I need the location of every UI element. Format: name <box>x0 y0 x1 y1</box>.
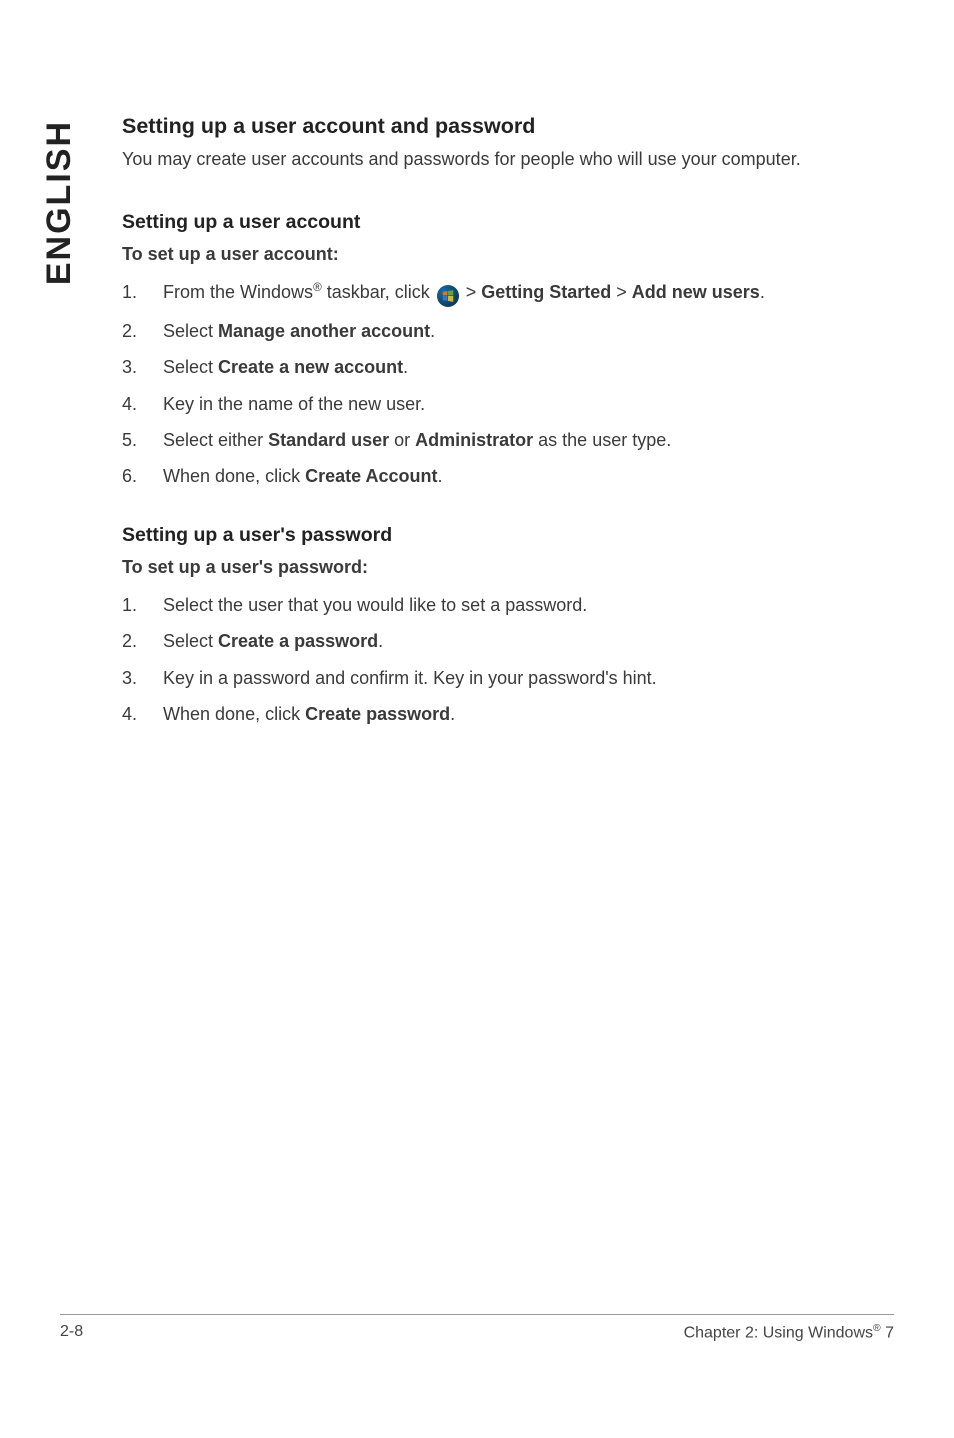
footer-row: 2-8 Chapter 2: Using Windows® 7 <box>60 1323 894 1342</box>
bold-text: Getting Started <box>481 282 611 302</box>
step-number: 2. <box>122 629 137 653</box>
list-item: 3. Select Create a new account. <box>122 355 896 379</box>
language-side-label: ENGLISH <box>40 120 79 285</box>
list-item: 5. Select either Standard user or Admini… <box>122 428 896 452</box>
step-number: 2. <box>122 319 137 343</box>
text-run: 7 <box>881 1324 894 1341</box>
bold-text: Standard user <box>268 430 389 450</box>
text-run: . <box>430 321 435 341</box>
text-run: . <box>450 704 455 724</box>
step-body: Select Create a password. <box>163 629 896 653</box>
list-item: 1. Select the user that you would like t… <box>122 593 896 617</box>
step-number: 1. <box>122 593 137 617</box>
bold-text: Administrator <box>415 430 533 450</box>
step-body: Select Manage another account. <box>163 319 896 343</box>
text-run: Select <box>163 321 218 341</box>
step-number: 3. <box>122 355 137 379</box>
bold-text: Create a password <box>218 631 378 651</box>
text-run: Select <box>163 631 218 651</box>
step-body: When done, click Create password. <box>163 702 896 726</box>
step-number: 1. <box>122 280 137 304</box>
bold-text: Create password <box>305 704 450 724</box>
list-item: 4. When done, click Create password. <box>122 702 896 726</box>
text-run: taskbar, click <box>322 282 435 302</box>
text-run: When done, click <box>163 466 305 486</box>
text-run: > <box>461 282 482 302</box>
text-run: When done, click <box>163 704 305 724</box>
step-body: When done, click Create Account. <box>163 464 896 488</box>
list-item: 6. When done, click Create Account. <box>122 464 896 488</box>
account-steps: 1. From the Windows® taskbar, click > Ge… <box>122 280 896 488</box>
step-body: From the Windows® taskbar, click > Getti… <box>163 280 896 307</box>
section-subheading-password: To set up a user's password: <box>122 555 896 579</box>
text-run: Chapter 2: Using Windows <box>684 1324 873 1341</box>
list-item: 3. Key in a password and confirm it. Key… <box>122 666 896 690</box>
text-run: . <box>437 466 442 486</box>
section-user-password: Setting up a user's password To set up a… <box>122 522 896 726</box>
step-number: 4. <box>122 392 137 416</box>
text-run: . <box>403 357 408 377</box>
text-run: or <box>389 430 415 450</box>
registered-mark: ® <box>313 281 322 294</box>
bold-text: Manage another account <box>218 321 430 341</box>
step-number: 6. <box>122 464 137 488</box>
chapter-label: Chapter 2: Using Windows® 7 <box>684 1323 894 1342</box>
page-number: 2-8 <box>60 1323 83 1342</box>
step-number: 5. <box>122 428 137 452</box>
password-steps: 1. Select the user that you would like t… <box>122 593 896 726</box>
text-run: > <box>611 282 632 302</box>
step-body: Key in the name of the new user. <box>163 392 896 416</box>
text-run: Select either <box>163 430 268 450</box>
footer-rule <box>60 1314 894 1315</box>
text-run: . <box>760 282 765 302</box>
bold-text: Create Account <box>305 466 437 486</box>
list-item: 4. Key in the name of the new user. <box>122 392 896 416</box>
bold-text: Add new users <box>632 282 760 302</box>
windows-orb-icon <box>437 285 459 307</box>
list-item: 1. From the Windows® taskbar, click > Ge… <box>122 280 896 307</box>
text-run: From the Windows <box>163 282 313 302</box>
list-item: 2. Select Create a password. <box>122 629 896 653</box>
page-footer: 2-8 Chapter 2: Using Windows® 7 <box>0 1314 954 1342</box>
registered-mark: ® <box>873 1323 881 1334</box>
section-user-account: Setting up a user account To set up a us… <box>122 209 896 488</box>
section-subheading-account: To set up a user account: <box>122 242 896 266</box>
bold-text: Create a new account <box>218 357 403 377</box>
step-body: Select either Standard user or Administr… <box>163 428 896 452</box>
intro-text: You may create user accounts and passwor… <box>122 147 896 171</box>
text-run: Select <box>163 357 218 377</box>
step-body: Select Create a new account. <box>163 355 896 379</box>
step-number: 3. <box>122 666 137 690</box>
step-number: 4. <box>122 702 137 726</box>
step-body: Select the user that you would like to s… <box>163 593 896 617</box>
page-title: Setting up a user account and password <box>122 112 896 141</box>
list-item: 2. Select Manage another account. <box>122 319 896 343</box>
content: Setting up a user account and password Y… <box>122 112 896 760</box>
section-heading-password: Setting up a user's password <box>122 522 896 548</box>
section-heading-account: Setting up a user account <box>122 209 896 235</box>
text-run: . <box>378 631 383 651</box>
text-run: as the user type. <box>533 430 671 450</box>
step-body: Key in a password and confirm it. Key in… <box>163 666 896 690</box>
page: ENGLISH Setting up a user account and pa… <box>0 0 954 1438</box>
